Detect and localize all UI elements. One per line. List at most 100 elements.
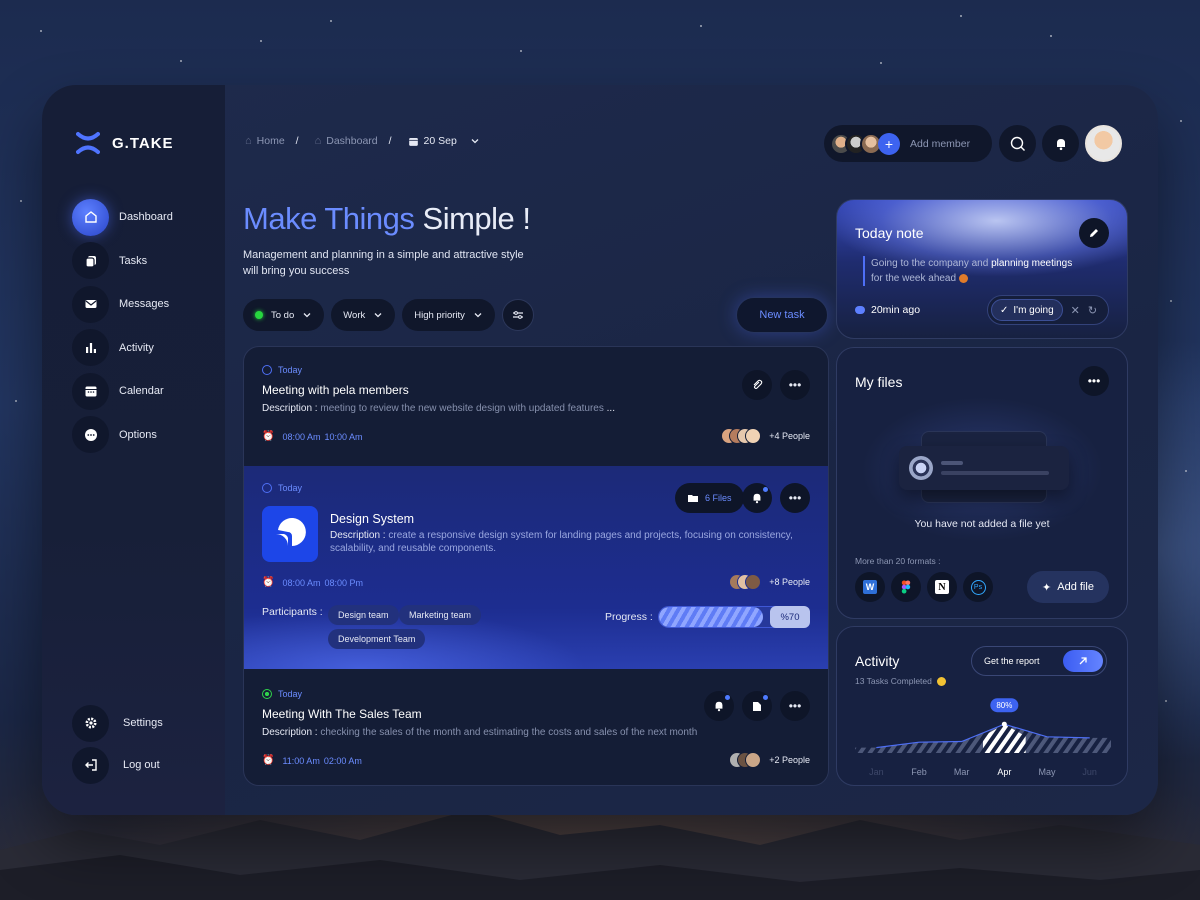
figma-icon[interactable] [891,572,921,602]
sidebar-item-messages[interactable]: Messages [72,285,173,323]
brand[interactable]: G.TAKE [76,131,174,155]
tag-label: Today [278,483,303,493]
refresh-icon[interactable]: ↻ [1088,304,1097,317]
task-description: Description : checking the sales of the … [262,727,697,738]
sidebar-item-options[interactable]: Options [72,416,173,453]
alarm-clock-icon: ⏰ [262,577,275,588]
magic-wand-icon: ✦ [1042,581,1052,594]
filter-settings-button[interactable] [501,299,534,331]
sidebar-item-logout[interactable]: Log out [72,746,163,784]
options-icon [72,416,109,453]
more-options-button[interactable]: ••• [780,691,810,721]
more-options-button[interactable]: ••• [780,370,810,400]
placeholder-line [941,471,1049,475]
calendar-icon [72,372,109,410]
people-count: +2 People [769,755,810,765]
project-logo-icon [262,506,318,562]
task-people: +4 People [721,428,810,444]
new-task-button[interactable]: New task [736,297,828,333]
word-icon[interactable]: W [855,572,885,602]
my-files-card: My files ••• You have not added a file y… [836,347,1128,619]
chart-tick-label: Jan [869,767,884,777]
sidebar-item-calendar[interactable]: Calendar [72,372,173,410]
search-button[interactable] [999,125,1036,162]
status-ring-icon [262,689,272,699]
photoshop-icon[interactable]: Ps [963,572,993,602]
search-icon [1010,136,1025,151]
task-card-featured[interactable]: Today Design System Description : create… [244,466,828,669]
chart-tick-label: Apr [997,767,1011,777]
sidebar-item-dashboard[interactable]: Dashboard [72,198,173,236]
notification-dot [763,487,768,492]
user-avatar[interactable] [1085,125,1122,162]
task-card[interactable]: Today Meeting with pela members Descript… [244,347,828,466]
files-button[interactable]: 6 Files [675,483,744,513]
attach-button[interactable] [742,370,772,400]
edit-note-button[interactable] [1079,218,1109,248]
notify-button[interactable] [704,691,734,721]
add-file-button[interactable]: ✦ Add file [1027,571,1109,603]
progress-fill [659,607,763,627]
get-report-button[interactable]: Get the report [971,646,1107,676]
chevron-down-icon [474,313,482,318]
tasks-icon [72,242,109,279]
close-icon[interactable]: ✕ [1071,304,1080,317]
app-window: G.TAKE Dashboard Tasks Messages Activity… [42,85,1158,815]
logout-icon [72,746,109,784]
notifications-button[interactable] [1042,125,1079,162]
going-button[interactable]: ✓ I'm going [991,299,1063,321]
note-time-label: 20min ago [871,304,921,316]
notify-button[interactable] [742,483,772,513]
home-icon [72,198,109,236]
files-button[interactable] [742,691,772,721]
file-placeholder [899,446,1069,490]
breadcrumb-dashboard[interactable]: ⌂ Dashboard / [315,135,398,147]
avatar-group [721,428,762,444]
placeholder-line [941,461,963,465]
chart-tick-label: Mar [954,767,970,777]
team-tag[interactable]: Design team [328,605,399,625]
sidebar-item-label: Activity [119,341,154,354]
description-text: meeting to review the new website design… [320,403,604,414]
date-selector[interactable]: 20 Sep [408,135,480,147]
category-filter[interactable]: Work [331,299,396,331]
add-member-button[interactable]: + [878,132,900,155]
formats-label: More than 20 formats : [855,556,941,566]
status-dot-icon [255,311,263,319]
status-filter[interactable]: To do [243,299,325,331]
task-time: ⏰ 08:00 Am 08:00 Pm [262,577,363,588]
date-label: 20 Sep [423,135,457,147]
sidebar-item-tasks[interactable]: Tasks [72,242,173,279]
empty-state-text: You have not added a file yet [914,518,1050,530]
description-text: checking the sales of the month and esti… [320,727,698,738]
more-options-button[interactable]: ••• [1079,366,1109,396]
sidebar-item-label: Calendar [119,385,164,397]
priority-filter[interactable]: High priority [402,299,495,331]
files-count: 6 Files [705,493,732,503]
member-group[interactable]: + Add member [824,125,992,162]
today-note-card: Today note Going to the company and plan… [836,199,1128,339]
team-tag[interactable]: Development Team [328,629,426,649]
bell-icon [1056,138,1065,150]
sidebar-item-label: Tasks [119,254,148,267]
task-description: Description : meeting to review the new … [262,403,615,414]
title-rest: Simple ! [414,201,532,236]
task-title: Meeting With The Sales Team [262,707,422,721]
title-accent: Make Things [243,201,415,236]
sidebar-item-activity[interactable]: Activity [72,329,173,366]
sidebar-item-settings[interactable]: Settings [72,704,163,742]
task-tag: Today [262,365,302,375]
notion-icon[interactable]: N [927,572,957,602]
avatar-group [729,752,762,768]
participants-label: Participants : [262,606,323,618]
note-text: Going to the company and planning meetin… [863,256,1073,286]
arrow-up-right-icon [1063,650,1103,672]
more-options-button[interactable]: ••• [780,483,810,513]
basketball-icon [958,273,968,283]
task-time: ⏰ 08:00 Am 10:00 Am [262,431,363,442]
calendar-icon [408,137,418,146]
breadcrumb-home[interactable]: ⌂ Home / [245,135,305,147]
team-tag[interactable]: Marketing team [399,605,482,625]
task-people: +2 People [729,752,810,768]
task-card[interactable]: Today Meeting With The Sales Team Descri… [244,669,828,785]
